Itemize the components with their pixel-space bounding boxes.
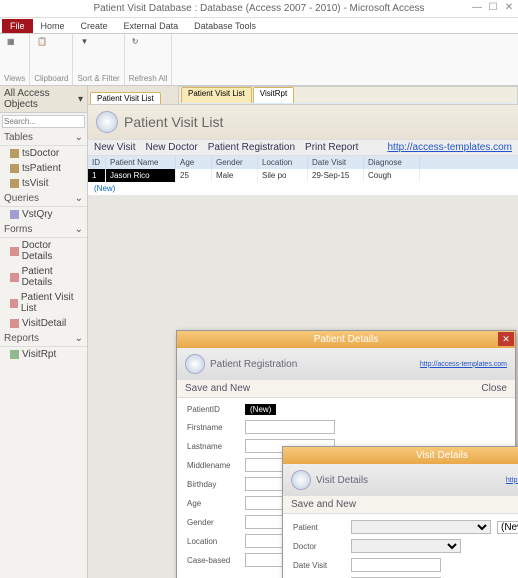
doc-tab[interactable]: Patient Visit List (181, 87, 252, 103)
nav-group-queries[interactable]: Queries⌄ (0, 191, 87, 207)
navigation-pane: All Access Objects▾ Tables⌄ tsDoctor tsP… (0, 86, 88, 578)
paste-button[interactable]: 📋 (34, 36, 50, 47)
file-tab[interactable]: File (2, 19, 33, 33)
minimize-icon[interactable]: — (470, 0, 484, 14)
print-report-button[interactable]: Print Report (305, 142, 358, 153)
doc-tab[interactable]: VisitRpt (253, 87, 294, 103)
nav-form[interactable]: Patient Visit List (0, 290, 87, 316)
nav-form[interactable]: Patient Details (0, 264, 87, 290)
nav-form[interactable]: VisitDetail (0, 316, 87, 331)
nav-header[interactable]: All Access Objects▾ (0, 86, 87, 113)
nav-group-forms[interactable]: Forms⌄ (0, 222, 87, 238)
vd-link[interactable]: http://access-templates.com (506, 477, 518, 484)
tab-dbtools[interactable]: Database Tools (186, 19, 264, 33)
ribbon-tabs: File Home Create External Data Database … (0, 18, 518, 34)
form-header-icon (185, 354, 205, 374)
form-header-icon (291, 470, 311, 490)
form-icon (10, 299, 18, 308)
patient-select[interactable] (351, 520, 491, 534)
workspace: Patient Visit List VisitRpt Visit Report… (88, 86, 518, 578)
nav-table[interactable]: tsVisit (0, 176, 87, 191)
nav-report[interactable]: VisitRpt (0, 347, 87, 362)
view-button[interactable]: ▦ (4, 36, 18, 47)
pvl-title: Patient Visit List (124, 114, 223, 130)
pvl-link[interactable]: http://access-templates.com (388, 142, 513, 153)
nav-table[interactable]: tsDoctor (0, 146, 87, 161)
patient-reg-button[interactable]: Patient Registration (208, 142, 295, 153)
doctor-select[interactable] (351, 539, 461, 553)
chevron-down-icon[interactable]: ▾ (78, 94, 83, 105)
close-icon[interactable]: ✕ (502, 0, 516, 14)
table-icon (10, 149, 19, 158)
refresh-button[interactable]: ↻ (129, 36, 142, 47)
form-icon (10, 273, 19, 282)
close-icon[interactable]: ✕ (498, 332, 514, 346)
new-badge: (New) (245, 404, 276, 415)
save-and-new-button[interactable]: Save and New (291, 499, 356, 510)
table-icon (10, 164, 19, 173)
firstname-field[interactable] (245, 420, 335, 434)
nav-group-reports[interactable]: Reports⌄ (0, 331, 87, 347)
patient-visit-list: Patient Visit List New Visit New Doctor … (88, 104, 518, 195)
form-icon (10, 247, 19, 256)
query-icon (10, 210, 19, 219)
pd-link[interactable]: http://access-templates.com (420, 361, 507, 368)
maximize-icon[interactable]: ☐ (486, 0, 500, 14)
nav-table[interactable]: tsPatient (0, 161, 87, 176)
tab-create[interactable]: Create (73, 19, 116, 33)
save-and-new-button[interactable]: Save and New (185, 383, 250, 394)
new-visit-button[interactable]: New Visit (94, 142, 136, 153)
report-icon (10, 350, 19, 359)
form-header-icon (96, 111, 118, 133)
close-button[interactable]: Close (481, 383, 507, 394)
filter-button[interactable]: ▼ (77, 36, 91, 47)
nav-query[interactable]: VstQry (0, 207, 87, 222)
tab-home[interactable]: Home (33, 19, 73, 33)
nav-search-input[interactable] (2, 115, 85, 128)
popup-titlebar[interactable]: Visit Details ✕ (283, 447, 518, 464)
datevisit-field[interactable] (351, 558, 441, 572)
window-titlebar: Patient Visit Database : Database (Acces… (0, 0, 518, 18)
popup-titlebar[interactable]: Patient Details ✕ (177, 331, 515, 348)
nav-group-tables[interactable]: Tables⌄ (0, 130, 87, 146)
doc-tab-pvl[interactable]: Patient Visit List (90, 92, 161, 104)
datasheet-header: ID Patient Name Age Gender Location Date… (88, 156, 518, 169)
table-row[interactable]: 1 Jason Rico 25 Male Sile po 29-Sep-15 C… (88, 169, 518, 182)
new-row[interactable]: (New) (88, 182, 518, 195)
nav-form[interactable]: Doctor Details (0, 238, 87, 264)
tab-external[interactable]: External Data (116, 19, 187, 33)
new-doctor-button[interactable]: New Doctor (146, 142, 198, 153)
window-title: Patient Visit Database : Database (Acces… (93, 3, 424, 14)
table-icon (10, 179, 19, 188)
visit-details-popup: Visit Details ✕ Visit Details http://acc… (282, 446, 518, 578)
new-patient-button[interactable]: (New) (497, 521, 518, 534)
ribbon-body: ▦Views 📋Clipboard ▼Sort & Filter ↻Refres… (0, 34, 518, 86)
form-icon (10, 319, 19, 328)
